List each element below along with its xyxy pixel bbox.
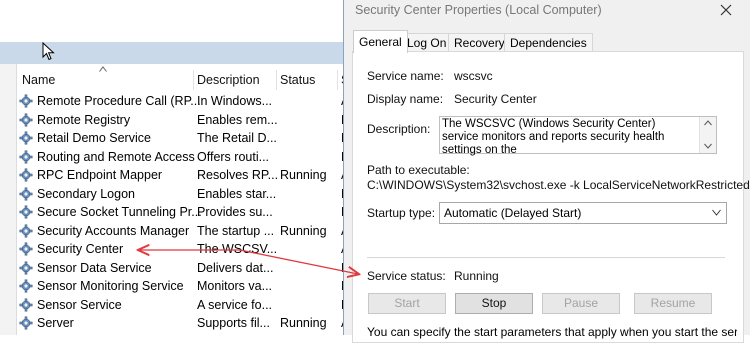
startup-type-label: Startup type: — [367, 206, 436, 220]
column-header-description[interactable]: Description — [197, 73, 260, 87]
service-name: Sensor Service — [37, 297, 122, 312]
service-row[interactable]: Sensor Monitoring ServiceMonitors va...M — [16, 277, 350, 296]
column-separator — [337, 70, 338, 90]
start-parameters-hint: You can specify the start parameters tha… — [367, 325, 737, 339]
service-name-value: wscsvc — [454, 69, 493, 83]
service-row[interactable]: Remote RegistryEnables rem...D — [16, 111, 350, 130]
dialog-title: Security Center Properties (Local Comput… — [355, 3, 602, 17]
service-name: Secondary Logon — [37, 186, 135, 201]
service-row[interactable]: Remote Procedure Call (RP... In Windows..… — [16, 92, 350, 111]
service-description: Offers routi... — [197, 149, 270, 164]
services-toolbar-area — [0, 0, 350, 42]
tab-general[interactable]: General — [353, 30, 408, 53]
tab-recovery[interactable]: Recovery — [448, 33, 511, 52]
service-status: Running — [280, 223, 327, 238]
startup-type-value: Automatic (Delayed Start) — [444, 206, 582, 220]
service-description: The Retail D... — [197, 131, 277, 145]
service-row[interactable]: Security CenterThe WSCSV...A — [16, 240, 350, 259]
display-name-label: Display name: — [367, 92, 444, 106]
description-text: The WSCSVC (Windows Security Center) ser… — [442, 118, 665, 156]
tab-log-on[interactable]: Log On — [401, 33, 453, 52]
service-name: Security Accounts Manager — [37, 223, 190, 238]
service-name: Remote Procedure Call (RP... — [37, 94, 201, 108]
service-row[interactable]: RPC Endpoint Mapper Resolves RP... Running… — [16, 166, 350, 185]
scroll-up-icon[interactable] — [704, 120, 712, 126]
service-name: Server — [37, 316, 74, 330]
chevron-down-icon — [712, 209, 721, 216]
service-row[interactable]: Retail Demo ServiceThe Retail D...M — [16, 129, 350, 148]
service-name: Sensor Monitoring Service — [37, 279, 184, 293]
general-tab-panel: Service name: wscsvc Display name: Secur… — [352, 51, 750, 343]
path-value: C:\WINDOWS\System32\svchost.exe -k Local… — [367, 178, 750, 192]
service-name: Secure Socket Tunneling Pr... — [37, 205, 202, 219]
service-description: The WSCSV... — [197, 242, 277, 256]
gear-icon — [19, 94, 33, 108]
close-icon[interactable] — [718, 2, 734, 18]
service-name: Routing and Remote Access — [37, 149, 195, 164]
gear-icon — [19, 316, 33, 330]
service-description: Supports fil... — [197, 316, 270, 330]
column-header-status[interactable]: Status — [280, 73, 315, 87]
gear-icon — [19, 205, 33, 219]
resume-button[interactable]: Resume — [634, 293, 712, 314]
service-description: In Windows... — [197, 94, 273, 108]
scroll-down-icon[interactable] — [704, 143, 712, 149]
service-name: Retail Demo Service — [37, 131, 151, 145]
properties-dialog: Security Center Properties (Local Comput… — [343, 0, 750, 343]
gear-icon — [19, 131, 33, 145]
services-left-strip — [0, 64, 17, 335]
gear-icon — [19, 261, 33, 275]
service-status: Running — [280, 316, 327, 330]
service-description: Enables rem... — [197, 112, 277, 127]
service-name: Remote Registry — [37, 112, 131, 127]
service-description: Resolves RP... — [197, 168, 277, 182]
service-name: Security Center — [37, 242, 124, 256]
mouse-pointer-icon — [42, 42, 55, 61]
service-row[interactable]: Routing and Remote Access Offers routi...… — [16, 148, 350, 167]
gear-icon — [19, 150, 33, 164]
gear-icon — [19, 298, 33, 312]
column-separator — [193, 70, 194, 90]
start-button[interactable]: Start — [368, 293, 446, 314]
display-name-value: Security Center — [454, 92, 537, 106]
service-description: A service fo... — [197, 297, 273, 312]
service-description: Provides su... — [197, 205, 273, 219]
path-label: Path to executable: — [367, 163, 470, 177]
description-textbox[interactable]: The WSCSVC (Windows Security Center) ser… — [439, 116, 717, 156]
service-status-value: Running — [454, 269, 499, 283]
service-row[interactable]: Security Accounts Manager The startup ...… — [16, 222, 350, 241]
separator-line — [367, 257, 725, 258]
column-separator — [276, 70, 277, 90]
pause-button[interactable]: Pause — [542, 293, 620, 314]
startup-type-select[interactable]: Automatic (Delayed Start) — [439, 202, 727, 224]
service-description: Monitors va... — [197, 279, 273, 293]
service-description: The startup ... — [197, 223, 275, 238]
service-status-label: Service status: — [367, 269, 446, 283]
gear-icon — [19, 113, 33, 127]
tab-dependencies[interactable]: Dependencies — [504, 33, 593, 52]
service-row[interactable]: Secondary LogonEnables star...M — [16, 185, 350, 204]
sort-up-icon — [99, 66, 107, 72]
service-row[interactable]: ServerSupports fil...RunningA — [16, 314, 350, 333]
service-name: Sensor Data Service — [37, 260, 152, 275]
service-description: Delivers dat... — [197, 260, 274, 275]
column-header-name[interactable]: Name — [22, 73, 55, 87]
gear-icon — [19, 187, 33, 201]
service-name-label: Service name: — [367, 69, 444, 83]
gear-icon — [19, 242, 33, 256]
gear-icon — [19, 168, 33, 182]
service-description: Enables star... — [197, 186, 277, 201]
description-scrollbar[interactable] — [699, 117, 716, 153]
gear-icon — [19, 224, 33, 238]
stop-button[interactable]: Stop — [455, 293, 533, 314]
service-row[interactable]: Secure Socket Tunneling Pr... Provides su… — [16, 203, 350, 222]
service-status: Running — [280, 168, 327, 182]
service-row[interactable]: Sensor Data ServiceDelivers dat...M — [16, 259, 350, 278]
service-row[interactable]: Sensor ServiceA service fo...M — [16, 296, 350, 315]
description-label: Description: — [367, 122, 431, 136]
gear-icon — [19, 279, 33, 293]
service-name: RPC Endpoint Mapper — [37, 168, 163, 182]
